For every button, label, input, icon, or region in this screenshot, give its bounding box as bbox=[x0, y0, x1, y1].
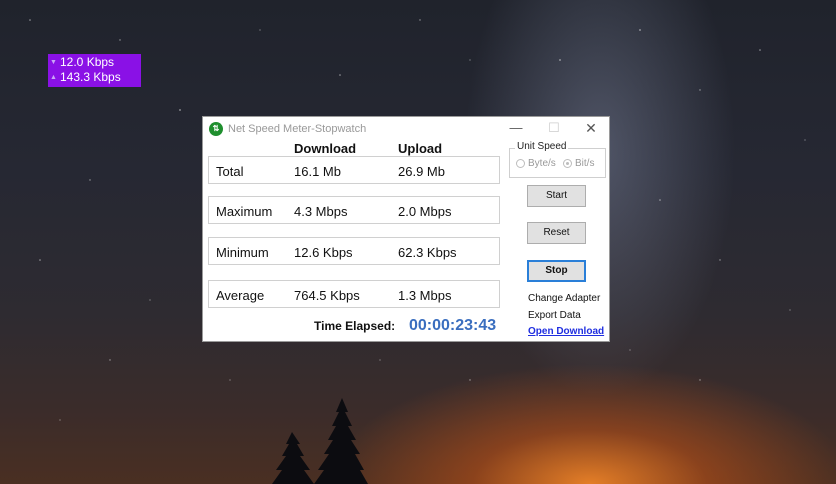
bit-radio[interactable] bbox=[563, 159, 572, 168]
tree-silhouettes bbox=[272, 398, 368, 484]
download-column-header: Download bbox=[294, 141, 357, 156]
row-label: Minimum bbox=[216, 245, 269, 260]
row-label: Average bbox=[216, 288, 265, 303]
stats-row-average: Average 764.5 Kbps 1.3 Mbps bbox=[208, 280, 500, 308]
change-adapter-link[interactable]: Change Adapter bbox=[528, 293, 600, 304]
window-title: Net Speed Meter-Stopwatch bbox=[228, 123, 367, 135]
download-value: 16.1 Mb bbox=[294, 164, 341, 179]
upload-value: 26.9 Mb bbox=[398, 164, 445, 179]
stats-row-maximum: Maximum 4.3 Mbps 2.0 Mbps bbox=[208, 196, 500, 224]
export-data-link[interactable]: Export Data bbox=[528, 310, 581, 321]
bit-radio-label[interactable]: Bit/s bbox=[575, 158, 594, 169]
maximize-button[interactable]: ☐ bbox=[543, 120, 565, 136]
stats-row-minimum: Minimum 12.6 Kbps 62.3 Kbps bbox=[208, 237, 500, 265]
download-value: 764.5 Kbps bbox=[294, 288, 360, 303]
unit-speed-title: Unit Speed bbox=[515, 141, 569, 152]
reset-button[interactable]: Reset bbox=[527, 222, 586, 244]
stats-row-total: Total 16.1 Mb 26.9 Mb bbox=[208, 156, 500, 184]
download-value: 4.3 Mbps bbox=[294, 204, 348, 219]
byte-radio[interactable] bbox=[516, 159, 525, 168]
download-arrow-icon: ▼ bbox=[50, 59, 57, 66]
open-download-link[interactable]: Open Download bbox=[528, 326, 604, 337]
upload-column-header: Upload bbox=[398, 141, 443, 156]
upload-value: 1.3 Mbps bbox=[398, 288, 452, 303]
time-elapsed-label: Time Elapsed: bbox=[314, 319, 396, 333]
upload-arrow-icon: ▲ bbox=[50, 74, 57, 81]
stop-button[interactable]: Stop bbox=[527, 260, 586, 282]
minimize-button[interactable]: — bbox=[505, 120, 527, 135]
overlay-download-row: ▼ 12.0 Kbps bbox=[48, 55, 141, 70]
byte-radio-label[interactable]: Byte/s bbox=[528, 158, 556, 169]
upload-value: 2.0 Mbps bbox=[398, 204, 452, 219]
start-button[interactable]: Start bbox=[527, 185, 586, 207]
overlay-upload-row: ▲ 143.3 Kbps bbox=[48, 70, 141, 85]
speed-overlay: ▼ 12.0 Kbps ▲ 143.3 Kbps bbox=[48, 54, 141, 87]
download-value: 12.6 Kbps bbox=[294, 245, 353, 260]
app-window: ⇅ Net Speed Meter-Stopwatch — ☐ ✕ Downlo… bbox=[202, 116, 610, 342]
time-elapsed-value: 00:00:23:43 bbox=[409, 317, 497, 334]
upload-value: 62.3 Kbps bbox=[398, 245, 457, 260]
app-icon: ⇅ bbox=[209, 122, 223, 136]
unit-speed-group: Unit Speed Byte/s Bit/s bbox=[509, 141, 606, 178]
title-bar[interactable]: ⇅ Net Speed Meter-Stopwatch — ☐ ✕ bbox=[203, 117, 609, 143]
row-label: Maximum bbox=[216, 204, 273, 219]
close-button[interactable]: ✕ bbox=[580, 120, 602, 137]
overlay-upload-speed: 143.3 Kbps bbox=[60, 70, 121, 84]
row-label: Total bbox=[216, 164, 244, 179]
overlay-download-speed: 12.0 Kbps bbox=[60, 55, 115, 69]
